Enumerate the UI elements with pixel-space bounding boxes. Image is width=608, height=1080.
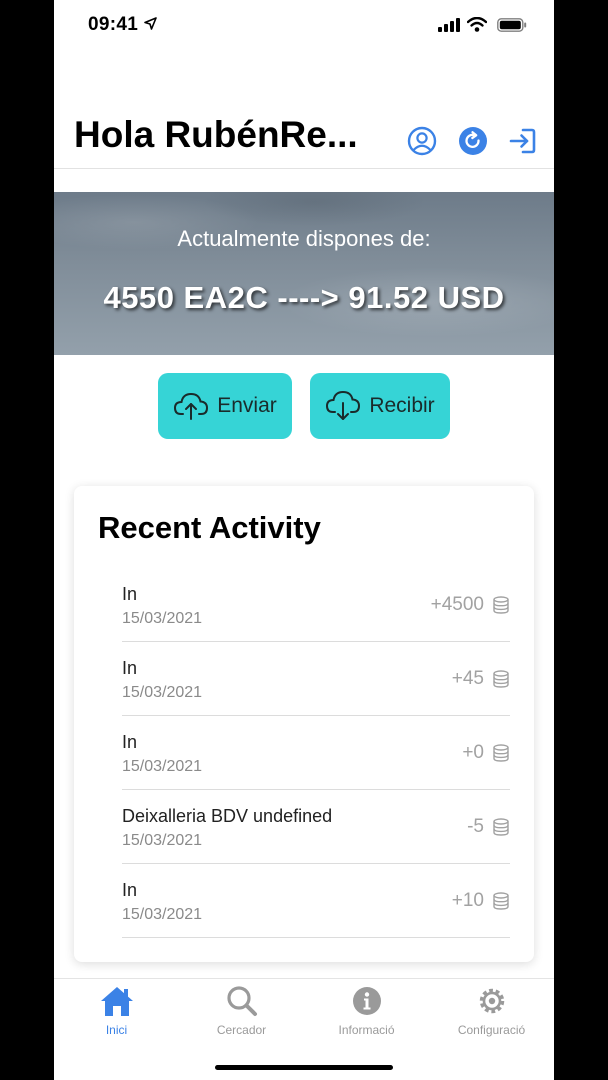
tab-label: Configuració <box>457 1023 526 1037</box>
status-time: 09:41 <box>88 14 139 35</box>
activity-row[interactable]: Deixalleria BDV undefined 15/03/2021 -5 <box>122 790 510 864</box>
balance-label: Actualmente dispones de: <box>177 226 431 251</box>
coins-icon <box>493 744 509 762</box>
wifi-icon <box>467 17 487 32</box>
status-bar: 09:41 <box>54 0 554 54</box>
activity-title: In <box>122 584 138 604</box>
profile-icon[interactable] <box>407 126 437 156</box>
tab-inici[interactable]: Inici <box>54 985 179 1049</box>
activity-title: In <box>122 880 138 900</box>
coins-icon <box>493 818 509 836</box>
activity-date: 15/03/2021 <box>122 906 203 923</box>
activity-title: In <box>122 732 138 752</box>
tab-label: Inici <box>105 1023 128 1037</box>
battery-icon <box>497 18 527 32</box>
recent-activity-card: Recent Activity In 15/03/2021 +4500 In 1… <box>74 486 534 962</box>
cloud-download-icon <box>326 391 361 420</box>
tab-cercador[interactable]: Cercador <box>179 985 304 1049</box>
send-button[interactable]: Enviar <box>158 373 292 439</box>
search-icon <box>226 986 257 1016</box>
receive-button[interactable]: Recibir <box>310 373 450 439</box>
home-indicator <box>215 1065 393 1070</box>
activity-row[interactable]: In 15/03/2021 +4500 <box>122 568 510 642</box>
location-arrow-icon <box>144 17 157 30</box>
tab-label: Cercador <box>216 1023 267 1037</box>
activity-title: In <box>122 658 138 678</box>
gear-icon <box>479 988 504 1014</box>
cellular-signal-icon <box>438 18 460 32</box>
activity-row[interactable]: In 15/03/2021 +45 <box>122 642 510 716</box>
activity-date: 15/03/2021 <box>122 684 203 701</box>
balance-amount: 4550 EA2C ----> 91.52 USD <box>103 280 505 315</box>
activity-amount: -5 <box>467 816 484 837</box>
cloud-upload-icon <box>174 392 209 420</box>
activity-amount: +4500 <box>430 594 484 615</box>
logout-icon[interactable] <box>508 126 538 156</box>
tab-configuracio[interactable]: Configuració <box>429 985 554 1049</box>
activity-date: 15/03/2021 <box>122 832 203 849</box>
activity-row[interactable]: In 15/03/2021 +10 <box>122 864 510 938</box>
home-icon <box>100 987 133 1016</box>
activity-amount: +0 <box>462 742 484 763</box>
app-screen: 09:41 Hola RubénRe... Actualmente dispon… <box>54 0 554 1080</box>
activity-date: 15/03/2021 <box>122 610 203 627</box>
coins-icon <box>493 670 509 688</box>
app-header: Hola RubénRe... <box>54 100 554 169</box>
receive-button-label: Recibir <box>369 394 435 417</box>
info-icon <box>352 987 381 1015</box>
activity-list: In 15/03/2021 +4500 In 15/03/2021 +45 In… <box>122 568 510 938</box>
activity-row[interactable]: In 15/03/2021 +0 <box>122 716 510 790</box>
coins-icon <box>493 596 509 614</box>
activity-amount: +10 <box>451 890 484 911</box>
tab-informacio[interactable]: Informació <box>304 985 429 1049</box>
activity-title: Deixalleria BDV undefined <box>122 806 333 826</box>
greeting-title: Hola RubénRe... <box>74 114 358 155</box>
activity-date: 15/03/2021 <box>122 758 203 775</box>
recent-activity-title: Recent Activity <box>98 510 321 545</box>
activity-amount: +45 <box>451 668 484 689</box>
balance-banner: Actualmente dispones de: 4550 EA2C ---->… <box>54 192 554 355</box>
refresh-icon[interactable] <box>458 126 488 156</box>
send-button-label: Enviar <box>217 394 277 417</box>
tab-label: Informació <box>338 1023 395 1037</box>
coins-icon <box>493 892 509 910</box>
